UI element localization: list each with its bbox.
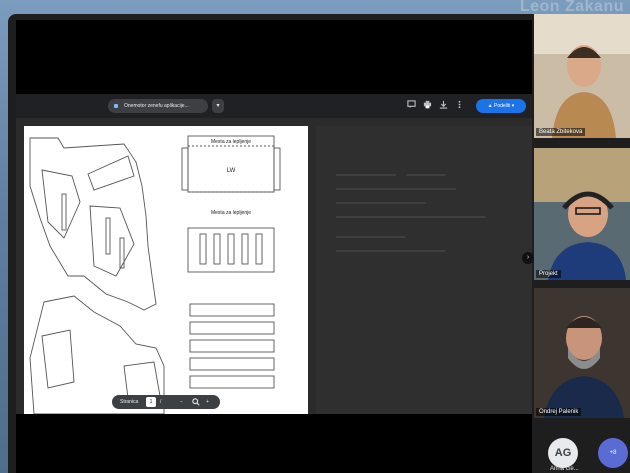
faint-line xyxy=(336,250,446,252)
participant-name: Beata Zbitekova xyxy=(536,128,586,136)
comb-slot-1 xyxy=(199,233,207,265)
box-top-bottom-label: Mesta za lepljenje xyxy=(211,210,251,216)
cut-template-drawing: Mesta za lepljenje LW Mesta za lepljenje xyxy=(29,135,281,415)
strip-1 xyxy=(189,303,275,317)
participant-name: Ondrej Palenik xyxy=(536,408,582,416)
more-participants-button[interactable]: +8 xyxy=(598,438,628,468)
participant-tile-3[interactable]: Ondrej Palenik xyxy=(534,288,630,418)
cut-piece-inner-a xyxy=(41,169,81,239)
document-page: Mesta za lepljenje LW Mesta za lepljenje xyxy=(24,126,308,415)
viewer-toolbar: Onemotor zenefu aplikacije... ▾ ▲ Podeli… xyxy=(16,94,532,118)
faint-line xyxy=(336,236,406,238)
strip-3 xyxy=(189,339,275,353)
page-separator: / xyxy=(160,399,162,405)
sharing-status-pill[interactable]: Onemotor zenefu aplikacije... xyxy=(108,99,208,113)
zoom-in-button[interactable]: + xyxy=(206,395,209,409)
participant-tile-1[interactable]: Beata Zbitekova xyxy=(534,14,630,138)
share-button[interactable]: ▲ Podeliti ▾ xyxy=(476,99,526,113)
cut-piece-outline xyxy=(29,137,157,311)
box-top-center: LW xyxy=(227,168,236,174)
sharing-status-label: Onemotor zenefu aplikacije... xyxy=(124,103,189,109)
more-vert-icon[interactable] xyxy=(454,100,465,111)
box-top-flap-b xyxy=(273,147,281,191)
faint-line xyxy=(336,202,426,204)
cut-piece-bottom-tab xyxy=(123,361,161,399)
cut-piece-bottom-inner xyxy=(41,329,75,389)
comb-piece xyxy=(187,227,275,273)
participant-video xyxy=(534,288,630,418)
faint-line xyxy=(336,216,486,218)
zoom-out-button[interactable]: − xyxy=(180,395,183,409)
participant-tile-2[interactable]: Projekt xyxy=(534,148,630,280)
screen-share: Onemotor zenefu aplikacije... ▾ ▲ Podeli… xyxy=(16,94,534,415)
page-controls: Stranica 1 / − + xyxy=(112,395,220,409)
page-label: Stranica xyxy=(120,399,139,405)
comb-slot-5 xyxy=(255,233,263,265)
scroll-right-icon[interactable]: › xyxy=(522,252,534,264)
participant-avatar[interactable]: AG xyxy=(548,438,578,468)
cut-piece-inner-b xyxy=(87,155,135,191)
page-number-input[interactable]: 1 xyxy=(146,397,156,407)
download-icon[interactable] xyxy=(438,100,449,111)
search-icon[interactable] xyxy=(192,398,200,412)
strip-5 xyxy=(189,375,275,389)
screen-share-letterbox-bottom xyxy=(16,414,532,473)
faint-line xyxy=(406,174,446,176)
faint-line xyxy=(336,174,396,176)
comb-slot-3 xyxy=(227,233,235,265)
strip-2 xyxy=(189,321,275,335)
comb-slot-4 xyxy=(241,233,249,265)
box-top-title: Mesta za lepljenje xyxy=(211,139,251,145)
cut-piece-inner-c xyxy=(89,205,135,277)
screen-share-letterbox-top xyxy=(16,20,532,94)
participant-name: Projekt xyxy=(536,270,561,278)
comment-icon[interactable] xyxy=(406,100,417,111)
print-icon[interactable] xyxy=(422,100,433,111)
slot-a xyxy=(61,193,67,231)
document-side-area xyxy=(316,126,532,414)
sharing-options-button[interactable]: ▾ xyxy=(212,99,224,113)
participant-video xyxy=(534,14,630,138)
strip-4 xyxy=(189,357,275,371)
participant-video xyxy=(534,148,630,280)
faint-line xyxy=(336,188,456,190)
comb-slot-2 xyxy=(213,233,221,265)
slot-b xyxy=(105,217,111,255)
share-icon xyxy=(114,104,118,108)
participant-avatar-name: Anna Ge... xyxy=(550,466,579,472)
box-top-flap xyxy=(181,147,189,191)
